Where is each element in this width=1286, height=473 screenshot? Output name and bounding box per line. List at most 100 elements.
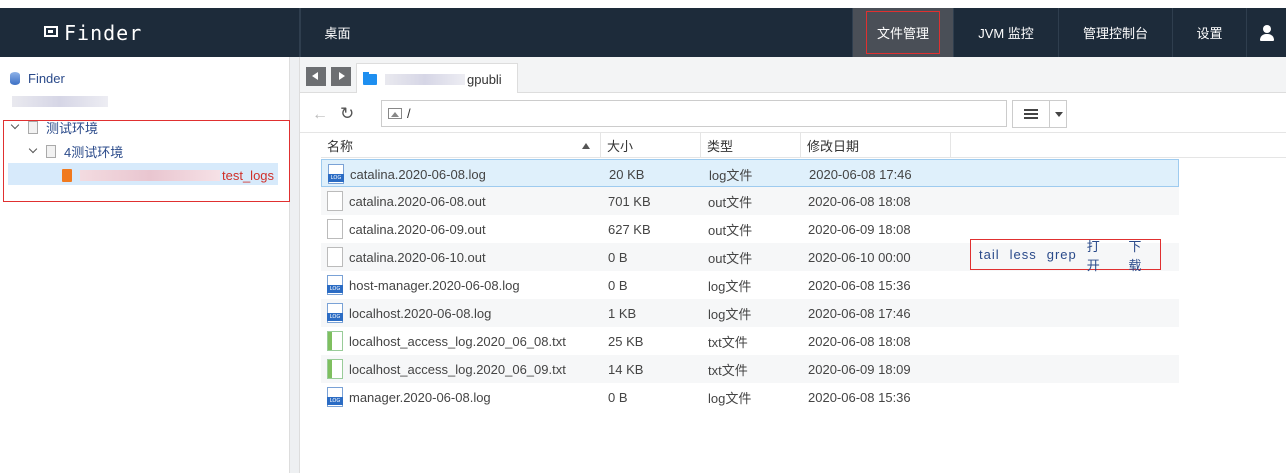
file-date-cell-text: 2020-06-08 18:08 bbox=[808, 333, 911, 349]
file-type-cell-text: out文件 bbox=[708, 194, 753, 210]
nav-jvm-monitor[interactable]: JVM 监控 bbox=[953, 8, 1058, 57]
grep-action[interactable]: grep bbox=[1047, 247, 1077, 262]
table-row[interactable]: host-manager.2020-06-08.log 0 B log文件 2020-… bbox=[321, 271, 1179, 299]
file-date-cell-text: 2020-06-09 18:09 bbox=[808, 361, 911, 377]
file-type-cell: txt文件 bbox=[708, 327, 748, 355]
brand-title: Finder bbox=[64, 20, 143, 45]
tail-action[interactable]: tail bbox=[979, 247, 1000, 262]
file-date-cell: 2020-06-08 17:46 bbox=[809, 160, 912, 188]
column-name[interactable]: 名称 bbox=[321, 133, 601, 158]
file-name-cell-text: catalina.2020-06-10.out bbox=[349, 249, 486, 265]
nav-settings-label: 设置 bbox=[1196, 26, 1223, 41]
view-mode-button[interactable] bbox=[1012, 100, 1067, 128]
less-action[interactable]: less bbox=[1010, 247, 1037, 262]
file-name-cell-text: localhost_access_log.2020_06_09.txt bbox=[349, 361, 566, 377]
file-type-cell: out文件 bbox=[708, 243, 752, 271]
tree-node-env[interactable]: 测试环境 bbox=[10, 116, 98, 138]
file-date-cell-text: 2020-06-10 00:00 bbox=[808, 249, 911, 265]
file-date-cell: 2020-06-10 00:00 bbox=[808, 243, 911, 271]
tree-node-masked[interactable] bbox=[12, 90, 108, 112]
back-arrow-icon[interactable]: ← bbox=[312, 106, 328, 124]
column-type[interactable]: 类型 bbox=[701, 133, 801, 158]
tree-node-test-logs[interactable]: test_logs bbox=[62, 164, 274, 186]
database-icon bbox=[10, 71, 20, 85]
file-date-cell: 2020-06-08 15:36 bbox=[808, 271, 911, 299]
table-row[interactable]: catalina.2020-06-08.log 20 KB log文件 2020-06… bbox=[321, 159, 1179, 187]
table-row[interactable]: localhost_access_log.2020_06_09.txt 14 KB… bbox=[321, 355, 1179, 383]
log-file-icon bbox=[327, 303, 343, 323]
open-action[interactable]: 打 开 bbox=[1087, 236, 1119, 274]
tree-node-sub-env[interactable]: 4测试环境 bbox=[28, 140, 123, 162]
file-type-cell-text: log文件 bbox=[708, 306, 752, 322]
tab-scroll-left-button[interactable] bbox=[306, 67, 326, 86]
log-file-icon bbox=[327, 275, 343, 295]
tab-active[interactable]: gpubli bbox=[356, 63, 518, 94]
file-type-cell: txt文件 bbox=[708, 355, 748, 383]
column-size[interactable]: 大小 bbox=[601, 133, 701, 158]
log-file-icon bbox=[327, 387, 343, 407]
nav-jvm-monitor-label: JVM 监控 bbox=[978, 26, 1034, 41]
server-icon bbox=[28, 120, 38, 134]
column-type-label: 类型 bbox=[707, 139, 734, 154]
folder-icon bbox=[363, 71, 377, 85]
file-type-cell-text: txt文件 bbox=[708, 334, 748, 350]
file-name-cell-text: catalina.2020-06-08.out bbox=[349, 193, 486, 209]
caret-down-icon[interactable] bbox=[1055, 112, 1063, 117]
table-header: 名称 大小 类型 修改日期 bbox=[321, 133, 1286, 158]
nav-desktop[interactable]: 桌面 bbox=[300, 8, 374, 57]
brand[interactable]: Finder bbox=[0, 8, 300, 57]
file-date-cell: 2020-06-08 18:08 bbox=[808, 327, 911, 355]
column-date[interactable]: 修改日期 bbox=[801, 133, 951, 158]
tab-bar: gpubli bbox=[300, 57, 1286, 94]
nav-user[interactable] bbox=[1246, 8, 1286, 57]
nav-settings[interactable]: 设置 bbox=[1172, 8, 1246, 57]
tree-root[interactable]: Finder bbox=[10, 67, 65, 89]
table-row[interactable]: localhost_access_log.2020_06_08.txt 25 KB… bbox=[321, 327, 1179, 355]
out-file-icon bbox=[327, 191, 343, 211]
file-type-cell-text: out文件 bbox=[708, 250, 753, 266]
file-size-cell: 0 B bbox=[608, 271, 628, 299]
file-date-cell: 2020-06-09 18:09 bbox=[808, 355, 911, 383]
table-row[interactable]: catalina.2020-06-08.out 701 KB out文件 2020-0… bbox=[321, 187, 1179, 215]
file-type-cell-text: log文件 bbox=[708, 390, 752, 406]
file-size-cell: 25 KB bbox=[608, 327, 643, 355]
download-action[interactable]: 下 载 bbox=[1128, 236, 1160, 274]
file-size-cell: 1 KB bbox=[608, 299, 636, 327]
window-icon bbox=[44, 26, 58, 37]
user-icon bbox=[1259, 24, 1274, 41]
file-date-cell: 2020-06-08 18:08 bbox=[808, 187, 911, 215]
file-date-cell-text: 2020-06-09 18:08 bbox=[808, 221, 911, 237]
file-size-cell: 14 KB bbox=[608, 355, 643, 383]
file-date-cell-text: 2020-06-08 17:46 bbox=[808, 305, 911, 321]
table-row[interactable]: localhost.2020-06-08.log 1 KB log文件 2020-06… bbox=[321, 299, 1179, 327]
column-size-label: 大小 bbox=[607, 139, 634, 154]
sort-asc-icon[interactable] bbox=[582, 143, 590, 149]
chevron-down-icon[interactable] bbox=[10, 121, 22, 133]
masked-text bbox=[80, 169, 220, 181]
tab-scroll-right-button[interactable] bbox=[331, 67, 351, 86]
nav-admin-console[interactable]: 管理控制台 bbox=[1058, 8, 1172, 57]
address-bar: ← ↻ / bbox=[300, 93, 1286, 133]
file-type-cell: log文件 bbox=[708, 383, 751, 411]
file-name-cell: manager.2020-06-08.log bbox=[327, 383, 491, 411]
file-size-cell-text: 25 KB bbox=[608, 333, 644, 349]
file-name-cell: catalina.2020-06-10.out bbox=[327, 243, 486, 271]
reload-icon[interactable]: ↻ bbox=[340, 104, 354, 124]
tree-sub-env-label: 4测试环境 bbox=[64, 144, 124, 160]
file-name-cell: localhost_access_log.2020_06_09.txt bbox=[327, 355, 566, 383]
table-row[interactable]: manager.2020-06-08.log 0 B log文件 2020-06-08… bbox=[321, 383, 1179, 411]
nav-file-manager[interactable]: 文件管理 bbox=[852, 8, 953, 57]
path-input[interactable]: / bbox=[381, 100, 1007, 127]
file-type-cell-text: log文件 bbox=[708, 278, 752, 294]
file-size-cell-text: 0 B bbox=[608, 389, 628, 405]
chevron-down-icon[interactable] bbox=[28, 145, 40, 157]
file-size-cell: 701 KB bbox=[608, 187, 651, 215]
file-name-cell-text: manager.2020-06-08.log bbox=[349, 389, 491, 405]
panel-splitter[interactable] bbox=[290, 57, 300, 473]
file-type-cell: log文件 bbox=[709, 160, 752, 188]
file-size-cell-text: 0 B bbox=[608, 249, 628, 265]
file-size-cell-text: 14 KB bbox=[608, 361, 644, 377]
file-name-cell-text: localhost.2020-06-08.log bbox=[349, 305, 492, 321]
file-date-cell-text: 2020-06-08 18:08 bbox=[808, 193, 911, 209]
file-type-cell: out文件 bbox=[708, 215, 752, 243]
